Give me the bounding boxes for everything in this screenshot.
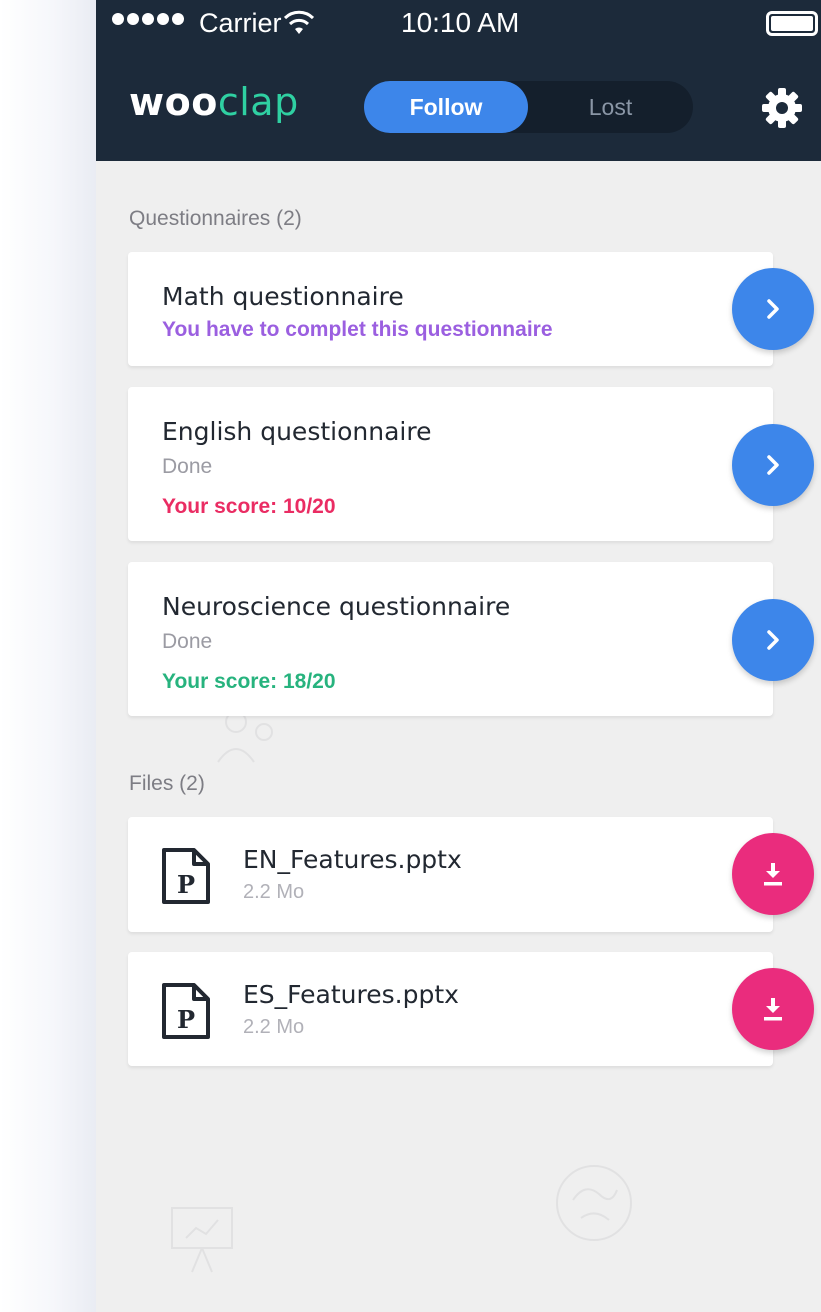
download-icon	[764, 998, 782, 1021]
open-math-questionnaire-button[interactable]	[732, 268, 814, 350]
questionnaire-card-english[interactable]: English questionnaire Done Your score: 1…	[128, 387, 773, 541]
wifi-icon	[284, 10, 314, 34]
left-margin	[0, 0, 96, 1312]
file-size: 2.2 Mo	[243, 881, 305, 903]
files-section-title: Files (2)	[129, 772, 205, 795]
follow-lost-toggle: Follow Lost	[364, 81, 693, 133]
file-name: EN_Features.pptx	[243, 845, 462, 874]
questionnaire-status: Done	[162, 630, 213, 653]
open-neuroscience-questionnaire-button[interactable]	[732, 599, 814, 681]
gear-icon[interactable]	[761, 87, 803, 129]
download-icon	[764, 863, 782, 886]
wooclap-logo: wooclap	[129, 80, 299, 124]
tab-lost[interactable]: Lost	[528, 81, 693, 133]
file-size: 2.2 Mo	[243, 1016, 305, 1038]
decorative-brain-icon	[556, 1165, 632, 1241]
questionnaire-title: Math questionnaire	[162, 282, 404, 311]
questionnaire-score: Your score: 10/20	[162, 495, 336, 518]
signal-dots-icon	[112, 13, 184, 25]
svg-text:P: P	[177, 1005, 195, 1034]
phone-screen: Carrier 10:10 AM wooclap Follow Lost Que…	[96, 0, 821, 1312]
carrier-label: Carrier	[199, 8, 282, 38]
status-time: 10:10 AM	[401, 7, 520, 38]
tab-follow[interactable]: Follow	[364, 81, 528, 133]
status-bar: Carrier 10:10 AM	[96, 0, 821, 50]
file-card-en[interactable]: P EN_Features.pptx 2.2 Mo	[128, 817, 773, 932]
svg-text:P: P	[177, 870, 195, 899]
questionnaire-card-math[interactable]: Math questionnaire You have to complet t…	[128, 252, 773, 366]
questionnaire-status-message: You have to complet this questionnaire	[162, 318, 553, 341]
chevron-right-icon	[767, 630, 779, 650]
app-header: Carrier 10:10 AM wooclap Follow Lost	[96, 0, 821, 161]
questionnaire-card-neuroscience[interactable]: Neuroscience questionnaire Done Your sco…	[128, 562, 773, 716]
questionnaire-status: Done	[162, 455, 213, 478]
download-en-file-button[interactable]	[732, 833, 814, 915]
chevron-right-icon	[767, 455, 779, 475]
chevron-right-icon	[767, 299, 779, 319]
battery-icon	[766, 11, 818, 36]
questionnaire-score: Your score: 18/20	[162, 670, 336, 693]
logo-bold-part: woo	[129, 80, 218, 124]
file-name: ES_Features.pptx	[243, 980, 459, 1009]
powerpoint-file-icon: P	[162, 848, 210, 904]
logo-light-part: clap	[217, 80, 299, 124]
questionnaire-title: English questionnaire	[162, 417, 432, 446]
decorative-presentation-icon	[171, 1207, 233, 1273]
questionnaire-title: Neuroscience questionnaire	[162, 592, 511, 621]
file-card-es[interactable]: P ES_Features.pptx 2.2 Mo	[128, 952, 773, 1066]
download-es-file-button[interactable]	[732, 968, 814, 1050]
questionnaires-section-title: Questionnaires (2)	[129, 207, 302, 230]
powerpoint-file-icon: P	[162, 983, 210, 1039]
open-english-questionnaire-button[interactable]	[732, 424, 814, 506]
